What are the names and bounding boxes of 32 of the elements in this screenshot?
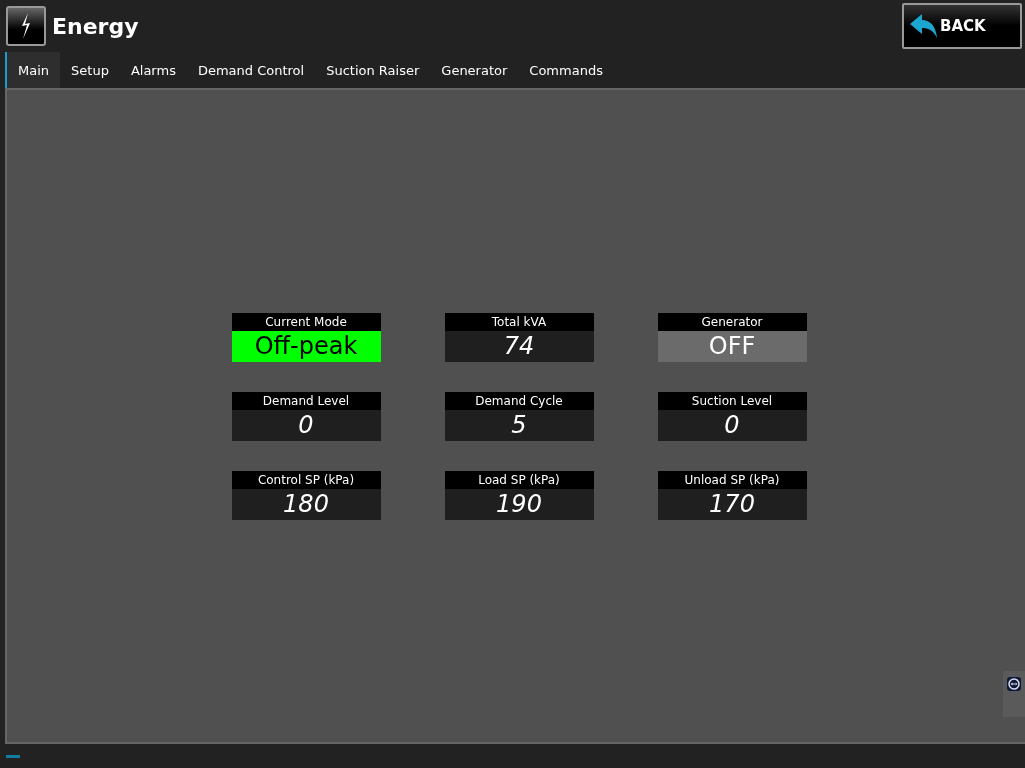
tile-label: Suction Level	[657, 391, 807, 410]
remote-support-tab[interactable]	[1003, 671, 1025, 717]
tile-value: 190	[444, 488, 594, 520]
tab[interactable]: Main	[5, 52, 61, 88]
tab[interactable]: Generator	[430, 52, 519, 88]
lightning-icon	[6, 6, 46, 46]
tile-value: 170	[657, 488, 807, 520]
back-arrow-icon	[908, 12, 938, 40]
tab[interactable]: Commands	[518, 52, 614, 88]
tile-label: Demand Cycle	[444, 391, 594, 410]
tile-label: Generator	[657, 312, 807, 331]
tile-value: 0	[657, 409, 807, 441]
tile-value: 5	[444, 409, 594, 441]
tile-label: Control SP (kPa)	[231, 470, 381, 489]
tile-value: 180	[231, 488, 381, 520]
tile-value: 74	[444, 330, 594, 362]
tile-value: 0	[231, 409, 381, 441]
tile-label: Demand Level	[231, 391, 381, 410]
tab[interactable]: Setup	[60, 52, 120, 88]
status-indicator	[6, 754, 20, 758]
tile-label: Load SP (kPa)	[444, 470, 594, 489]
page-title: Energy	[52, 13, 139, 39]
tile-label: Current Mode	[231, 312, 381, 331]
tab[interactable]: Alarms	[119, 52, 187, 88]
tile-value: Off-peak	[231, 330, 381, 362]
back-button[interactable]: BACK	[902, 3, 1022, 49]
tab[interactable]: Demand Control	[186, 52, 316, 88]
remote-support-icon	[1007, 677, 1021, 691]
tile-label: Unload SP (kPa)	[657, 470, 807, 489]
tile-label: Total kVA	[444, 312, 594, 331]
tile-value: OFF	[657, 330, 807, 362]
tab[interactable]: Suction Raiser	[315, 52, 431, 88]
